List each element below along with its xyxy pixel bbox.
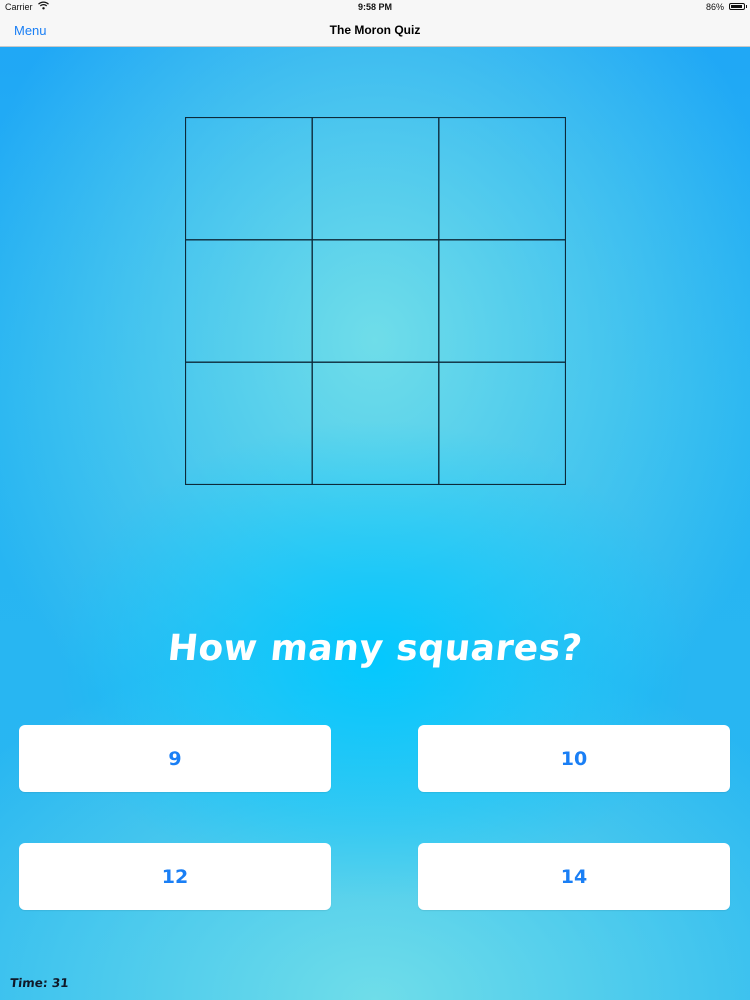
status-time: 9:58 PM: [357, 2, 392, 12]
battery-icon: [729, 3, 747, 10]
grid-cell: [185, 361, 313, 485]
battery-percent: 86%: [705, 2, 724, 12]
status-bar: Carrier 9:58 PM 86%: [0, 0, 750, 14]
grid-cell: [311, 361, 440, 485]
navigation-bar: Menu The Moron Quiz: [0, 14, 750, 47]
answer-button-3[interactable]: 12: [19, 843, 331, 910]
grid-cell: [311, 239, 440, 363]
grid-cell: [185, 239, 313, 363]
answer-button-1[interactable]: 9: [19, 725, 331, 792]
grid-cell: [311, 117, 440, 241]
grid-cell: [185, 117, 313, 241]
grid-cell: [438, 361, 566, 485]
square-grid-figure: [185, 117, 566, 485]
quiz-screen: Carrier 9:58 PM 86% Menu The Moron Quiz …: [0, 0, 750, 1000]
grid-cell: [438, 117, 566, 241]
timer-label: Time: 31: [9, 976, 70, 990]
answer-button-4[interactable]: 14: [418, 843, 730, 910]
grid-cell: [438, 239, 566, 363]
page-title: The Moron Quiz: [329, 23, 421, 37]
question-text: How many squares?: [165, 628, 585, 669]
grid-drawing: [185, 117, 566, 485]
answer-button-2[interactable]: 10: [418, 725, 730, 792]
